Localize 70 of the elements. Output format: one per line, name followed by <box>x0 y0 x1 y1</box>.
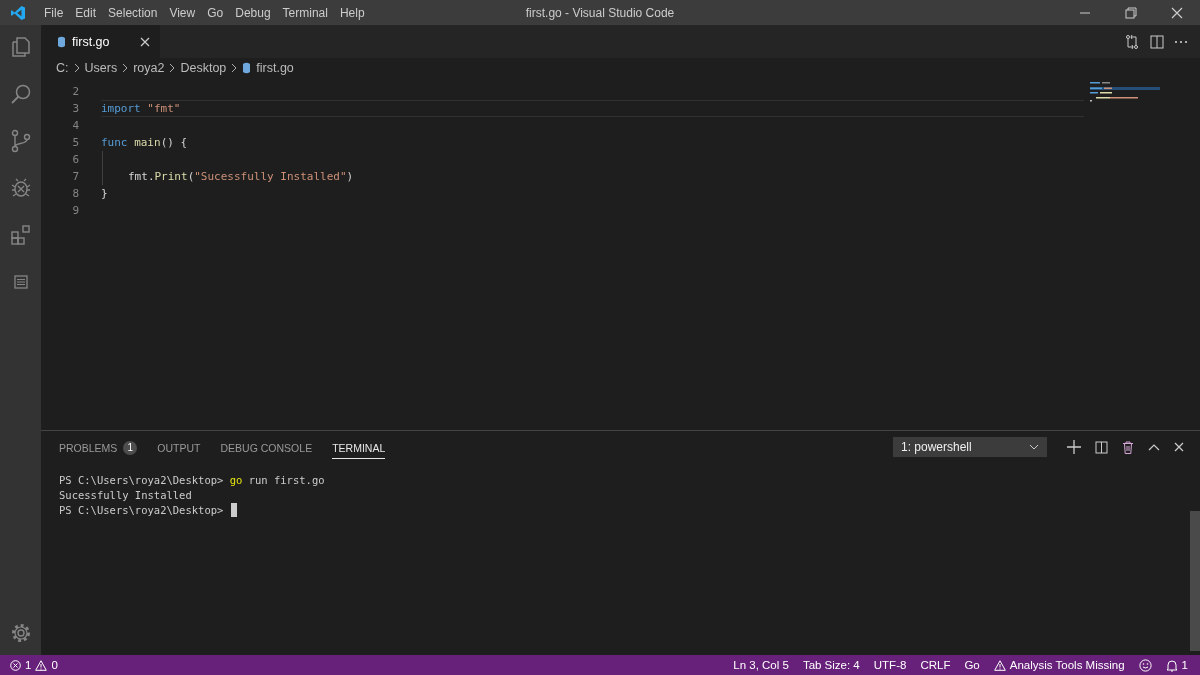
panel-tab[interactable]: PROBLEMS 1 <box>59 434 138 460</box>
extensions-icon[interactable] <box>8 223 33 247</box>
menu-item[interactable]: View <box>163 5 202 20</box>
code-line: } <box>101 187 108 200</box>
notification-count[interactable]: 1 <box>1181 659 1188 671</box>
terminal-line: PS C:\Users\roya2\Desktop> <box>59 503 225 516</box>
app-logo-icon <box>10 4 26 21</box>
more-icon[interactable] <box>1174 39 1188 44</box>
breadcrumb-item[interactable]: first.go <box>256 60 294 75</box>
close-icon[interactable] <box>1171 6 1183 19</box>
line-number: 9 <box>71 204 79 217</box>
panel-tab[interactable]: OUTPUT <box>157 435 201 459</box>
breadcrumb-item[interactable]: Desktop <box>180 60 227 75</box>
terminal-line: Sucessfully Installed <box>59 488 192 501</box>
line-number: 6 <box>71 153 79 166</box>
compare-icon[interactable] <box>1124 33 1140 50</box>
menu-item[interactable]: Selection <box>102 5 164 20</box>
menu-item[interactable]: Edit <box>69 5 103 20</box>
scrollbar[interactable] <box>1190 511 1200 651</box>
tab-label: first.go <box>72 34 110 49</box>
close-icon[interactable] <box>1174 442 1184 452</box>
smiley-icon[interactable] <box>1138 658 1152 672</box>
code-line: fmt.Print("Sucessfully Installed") <box>127 170 354 183</box>
split-editor-icon[interactable] <box>1150 34 1164 49</box>
panel-tab[interactable]: TERMINAL <box>332 435 386 459</box>
status-item[interactable]: Go <box>964 659 980 671</box>
status-item[interactable]: CRLF <box>920 659 951 671</box>
code-line: func main() { <box>101 136 188 149</box>
error-icon <box>10 659 21 671</box>
window-title: first.go - Visual Studio Code <box>525 5 675 20</box>
line-number: 5 <box>71 136 79 149</box>
line-number: 4 <box>71 119 79 132</box>
code-line: import "fmt" <box>101 102 181 115</box>
chevron-down-icon <box>1029 444 1039 450</box>
close-icon[interactable] <box>139 36 150 47</box>
editor-tab[interactable]: first.go <box>41 25 160 58</box>
menu-item[interactable]: Help <box>333 5 371 20</box>
panel-tab[interactable]: DEBUG CONSOLE <box>220 435 313 459</box>
status-item[interactable]: UTF-8 <box>873 659 907 671</box>
count-badge: 1 <box>123 440 138 455</box>
breadcrumb-item[interactable]: C: <box>56 60 69 75</box>
warning-icon <box>993 659 1006 671</box>
breadcrumb-item[interactable]: Users <box>84 60 118 75</box>
status-item[interactable]: Analysis Tools Missing <box>1009 659 1125 671</box>
terminal-line: PS C:\Users\roya2\Desktop> go run first.go <box>59 473 325 486</box>
menu-item[interactable]: Debug <box>229 5 277 20</box>
line-number: 3 <box>71 102 79 115</box>
chevron-icon <box>169 62 176 73</box>
line-number: 2 <box>71 85 79 98</box>
chevron-icon <box>231 62 238 73</box>
line-number: 8 <box>71 187 79 200</box>
terminal-dropdown[interactable]: 1: powershell <box>893 437 1047 457</box>
restore-icon[interactable] <box>1125 6 1137 19</box>
status-item[interactable]: Ln 3, Col 5 <box>733 659 789 671</box>
breadcrumb-item[interactable]: roya2 <box>133 60 165 75</box>
chevron-up-icon[interactable] <box>1148 443 1160 451</box>
chevron-icon <box>122 62 129 73</box>
menu-item[interactable]: Go <box>201 5 230 20</box>
trash-icon[interactable] <box>1122 440 1134 454</box>
warning-count[interactable]: 0 <box>51 659 58 671</box>
split-terminal-icon[interactable] <box>1095 440 1108 454</box>
chevron-icon <box>73 62 80 73</box>
line-number: 7 <box>71 170 79 183</box>
menu-item[interactable]: Terminal <box>276 5 334 20</box>
menu-item[interactable]: File <box>38 5 70 20</box>
bell-icon <box>1165 658 1178 672</box>
warning-icon <box>35 659 48 671</box>
status-item[interactable]: Tab Size: 4 <box>802 659 860 671</box>
plus-icon[interactable] <box>1067 440 1081 454</box>
error-count[interactable]: 1 <box>25 659 32 671</box>
